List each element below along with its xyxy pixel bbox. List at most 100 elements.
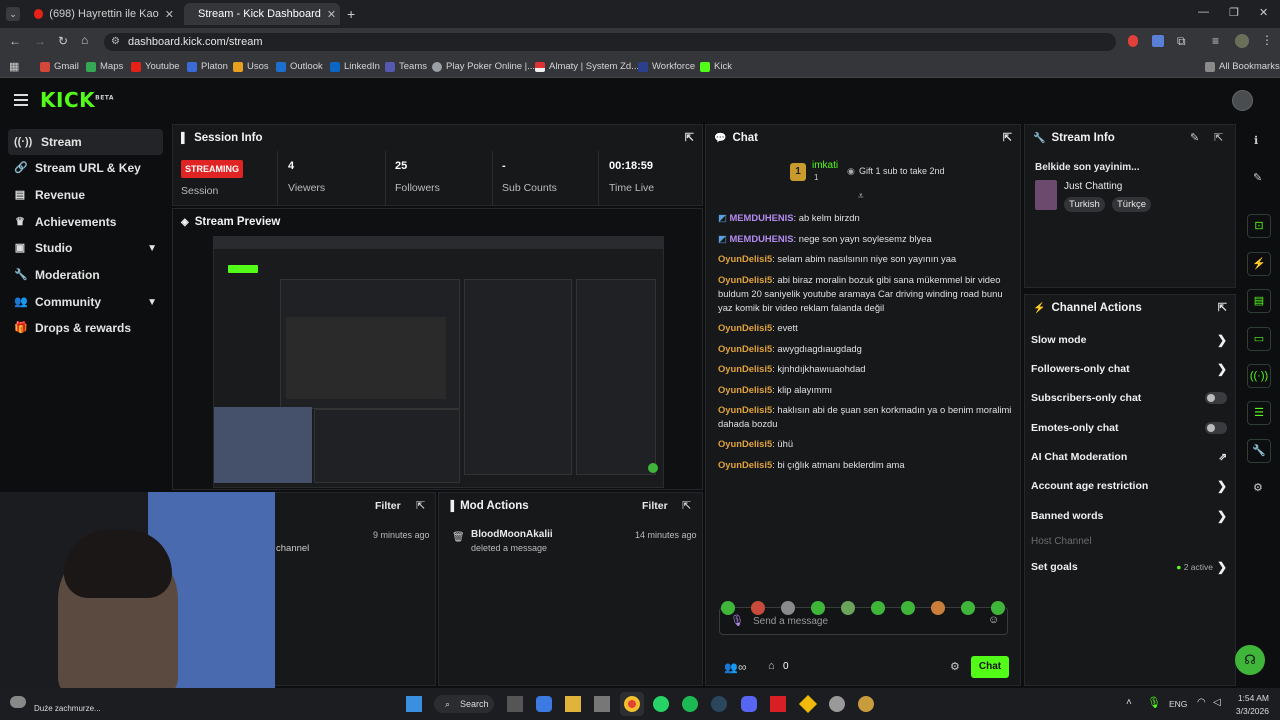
broadcast-icon[interactable]: ((·)) bbox=[1247, 364, 1271, 388]
close-tab-icon[interactable]: ✕ bbox=[165, 8, 174, 21]
emoji-icon[interactable]: ☺ bbox=[988, 614, 999, 626]
edit-icon[interactable]: ✎ bbox=[1253, 171, 1262, 184]
spotify-icon[interactable] bbox=[682, 696, 698, 712]
emote-icon[interactable] bbox=[751, 601, 765, 615]
chat-bubble-icon[interactable]: ▭ bbox=[1247, 327, 1271, 351]
bookmark-workforce[interactable]: Workforce bbox=[638, 61, 695, 72]
sidebar-item-drops-rewards[interactable]: 🎁 Drops & rewards bbox=[8, 315, 163, 341]
hamburger-menu-icon[interactable] bbox=[14, 94, 28, 106]
chat-message[interactable]: ◩ MEMDUHENIS: ab kelm birzdn bbox=[718, 211, 1013, 225]
bookmark-outlook[interactable]: Outlook bbox=[276, 61, 323, 72]
apps-grid-icon[interactable]: ▦ bbox=[9, 60, 19, 73]
expand-icon[interactable]: ⇱ bbox=[685, 131, 694, 144]
tab-kick-dashboard[interactable]: Stream - Kick Dashboard ✕ bbox=[184, 3, 340, 25]
new-tab-icon[interactable]: + bbox=[347, 6, 355, 22]
microphone-icon[interactable]: 🎙 bbox=[730, 614, 744, 627]
capture-icon[interactable]: ⊡ bbox=[1247, 214, 1271, 238]
tab-youtube[interactable]: (698) Hayrettin ile Kaos Show - ✕ bbox=[26, 3, 182, 25]
gift-sub-text[interactable]: Gift 1 sub to take 2nd bbox=[859, 166, 945, 176]
channel-action-followers-only[interactable]: Followers-only chat ❯ bbox=[1031, 362, 1227, 376]
all-bookmarks[interactable]: All Bookmarks bbox=[1205, 61, 1280, 72]
expand-icon[interactable]: ⇱ bbox=[416, 499, 425, 512]
chat-message[interactable]: OyunDelisi5: haklısın abi de şuan sen ko… bbox=[718, 403, 1013, 431]
language-indicator[interactable]: ENG bbox=[1169, 699, 1187, 709]
chat-username[interactable]: OyunDelisi5 bbox=[718, 253, 772, 264]
stream-category[interactable]: Just Chatting bbox=[1064, 181, 1122, 192]
chat-username[interactable]: OyunDelisi5 bbox=[718, 404, 772, 415]
emote-icon[interactable] bbox=[721, 601, 735, 615]
chat-message[interactable]: ◩ MEMDUHENIS: nege son yayn soylesemz bl… bbox=[718, 232, 1013, 246]
close-tab-icon[interactable]: ✕ bbox=[327, 8, 336, 21]
emote-icon[interactable] bbox=[991, 601, 1005, 615]
channel-action-slow-mode[interactable]: Slow mode ❯ bbox=[1031, 333, 1227, 347]
weather-text[interactable]: Duże zachmurze... bbox=[34, 704, 101, 713]
translate-icon[interactable] bbox=[1152, 35, 1164, 47]
sidebar-item-stream[interactable]: ((·)) Stream bbox=[8, 129, 163, 155]
chat-username[interactable]: OyunDelisi5 bbox=[718, 274, 772, 285]
layout-icon[interactable]: ☰ bbox=[1247, 401, 1271, 425]
bookmark-teams[interactable]: Teams bbox=[385, 61, 427, 72]
wifi-icon[interactable]: ◠ bbox=[1197, 697, 1206, 708]
chat-message[interactable]: OyunDelisi5: evett bbox=[718, 321, 1013, 335]
expand-icon[interactable]: ⇱ bbox=[1214, 131, 1223, 144]
chat-message[interactable]: OyunDelisi5: klip alayımmı bbox=[718, 383, 1013, 397]
chat-username[interactable]: OyunDelisi5 bbox=[718, 322, 772, 333]
chat-message[interactable]: OyunDelisi5: abi biraz moralin bozuk gib… bbox=[718, 273, 1013, 315]
chat-message[interactable]: OyunDelisi5: bi çığlık atmanı beklerdim … bbox=[718, 458, 1013, 472]
emote-icon[interactable] bbox=[961, 601, 975, 615]
filter-button[interactable]: Filter bbox=[642, 500, 668, 512]
weather-icon[interactable] bbox=[10, 696, 26, 708]
mod-action-user[interactable]: BloodMoonAkalii bbox=[471, 529, 553, 540]
tag-turkish[interactable]: Turkish bbox=[1064, 197, 1105, 212]
chat-username[interactable]: OyunDelisi5 bbox=[718, 438, 772, 449]
minimize-icon[interactable]: — bbox=[1198, 6, 1209, 18]
chat-username[interactable]: OyunDelisi5 bbox=[718, 384, 772, 395]
media-control-icon[interactable]: ≡ bbox=[1212, 34, 1219, 48]
site-info-icon[interactable]: ⚙ bbox=[111, 33, 120, 51]
bookmark-youtube[interactable]: Youtube bbox=[131, 61, 180, 72]
bookmark-usos[interactable]: Usos bbox=[233, 61, 269, 72]
emote-icon[interactable] bbox=[781, 601, 795, 615]
netflix-icon[interactable] bbox=[770, 696, 786, 712]
tab-list-icon[interactable]: ⌄ bbox=[6, 7, 20, 21]
sidebar-item-studio[interactable]: ▣ Studio ▼ bbox=[8, 235, 163, 261]
wrench-icon[interactable]: 🔧 bbox=[1247, 439, 1271, 463]
emotes-only-toggle[interactable] bbox=[1205, 422, 1227, 434]
chrome-icon[interactable] bbox=[624, 696, 640, 712]
bookmark-almaty[interactable]: Almaty | System Zd... bbox=[535, 61, 639, 72]
task-view-icon[interactable] bbox=[507, 696, 523, 712]
binance-icon[interactable] bbox=[798, 694, 818, 714]
whatsapp-icon[interactable] bbox=[653, 696, 669, 712]
collapse-chevron-icon[interactable]: ⩡ bbox=[858, 191, 864, 202]
lightning-icon[interactable]: ⚡ bbox=[1247, 252, 1271, 276]
back-icon[interactable]: ← bbox=[9, 34, 21, 48]
emote-icon[interactable] bbox=[811, 601, 825, 615]
url-field[interactable]: ⚙ dashboard.kick.com/stream bbox=[104, 33, 1116, 51]
store-icon[interactable]: ⌂ bbox=[768, 660, 775, 672]
sidebar-item-achievements[interactable]: ♛ Achievements bbox=[8, 209, 163, 235]
reload-icon[interactable]: ↻ bbox=[58, 34, 68, 48]
bookmark-kick[interactable]: Kick bbox=[700, 61, 732, 72]
subscribers-only-toggle[interactable] bbox=[1205, 392, 1227, 404]
stream-preview-video[interactable] bbox=[213, 236, 664, 488]
chat-message[interactable]: OyunDelisi5: ühü bbox=[718, 437, 1013, 451]
extensions-puzzle-icon[interactable]: ⧉ bbox=[1177, 34, 1186, 49]
maximize-icon[interactable]: ❐ bbox=[1229, 6, 1239, 19]
window-close-icon[interactable]: ✕ bbox=[1259, 6, 1268, 19]
emote-icon[interactable] bbox=[931, 601, 945, 615]
forward-icon[interactable]: → bbox=[34, 34, 46, 48]
tray-overflow-icon[interactable]: ˄ bbox=[1126, 697, 1132, 708]
home-icon[interactable]: ⌂ bbox=[81, 33, 88, 47]
sidebar-item-revenue[interactable]: ▤ Revenue bbox=[8, 182, 163, 208]
document-icon[interactable]: ▤ bbox=[1247, 289, 1271, 313]
mic-tray-icon[interactable]: 🎙 bbox=[1147, 696, 1161, 709]
sidebar-item-stream-url-key[interactable]: 🔗 Stream URL & Key bbox=[8, 155, 163, 181]
browser-menu-icon[interactable]: ⋮ bbox=[1261, 33, 1273, 47]
bookmark-platon[interactable]: Platon bbox=[187, 61, 228, 72]
chat-username[interactable]: MEMDUHENIS bbox=[729, 233, 793, 244]
steam-icon[interactable] bbox=[711, 696, 727, 712]
bookmark-poker[interactable]: Play Poker Online |... bbox=[432, 61, 535, 72]
bookmark-linkedin[interactable]: LinkedIn bbox=[330, 61, 380, 72]
app-icon[interactable] bbox=[829, 696, 845, 712]
expand-icon[interactable]: ⇱ bbox=[1003, 131, 1012, 144]
